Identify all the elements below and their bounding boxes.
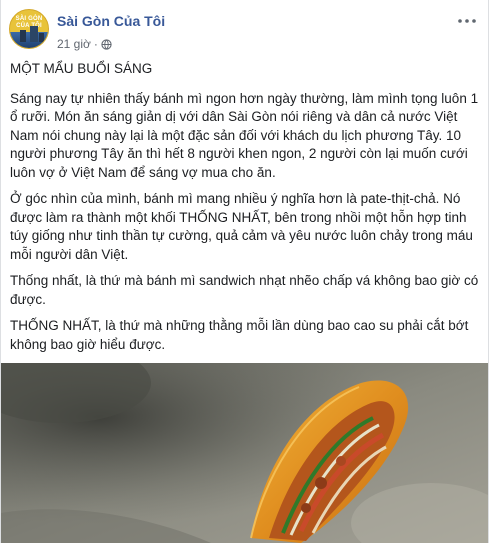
more-options-icon[interactable] <box>456 14 478 28</box>
facebook-post: SÀI GÒN CỦA TÔI Sài Gòn Của Tôi 21 giờ · <box>0 0 489 543</box>
meta-separator: · <box>93 37 98 51</box>
post-paragraph-1: Sáng nay tự nhiên thấy bánh mì ngon hơn … <box>10 90 479 180</box>
post-timestamp[interactable]: 21 giờ <box>57 37 91 51</box>
post-header: SÀI GÒN CỦA TÔI Sài Gòn Của Tôi 21 giờ · <box>1 0 488 58</box>
globe-icon[interactable] <box>101 38 112 50</box>
post-content: MỘT MẨU BUỔI SÁNG Sáng nay tự nhiên thấy… <box>10 60 482 362</box>
post-title: MỘT MẨU BUỔI SÁNG <box>10 61 153 76</box>
post-paragraph-3: Thống nhất, là thứ mà bánh mì sandwich n… <box>10 273 479 307</box>
post-meta: 21 giờ · <box>57 37 112 51</box>
page-name-link[interactable]: Sài Gòn Của Tôi <box>57 13 165 29</box>
post-paragraph-4: THỐNG NHẤT, là thứ mà những thằng mỗi lầ… <box>10 318 469 352</box>
post-paragraph-2: Ở góc nhìn của mình, bánh mì mang nhiều … <box>10 191 473 262</box>
banh-mi-photo[interactable] <box>1 363 488 543</box>
page-avatar[interactable]: SÀI GÒN CỦA TÔI <box>9 9 49 49</box>
avatar-logo-text: SÀI GÒN CỦA TÔI <box>15 16 43 29</box>
